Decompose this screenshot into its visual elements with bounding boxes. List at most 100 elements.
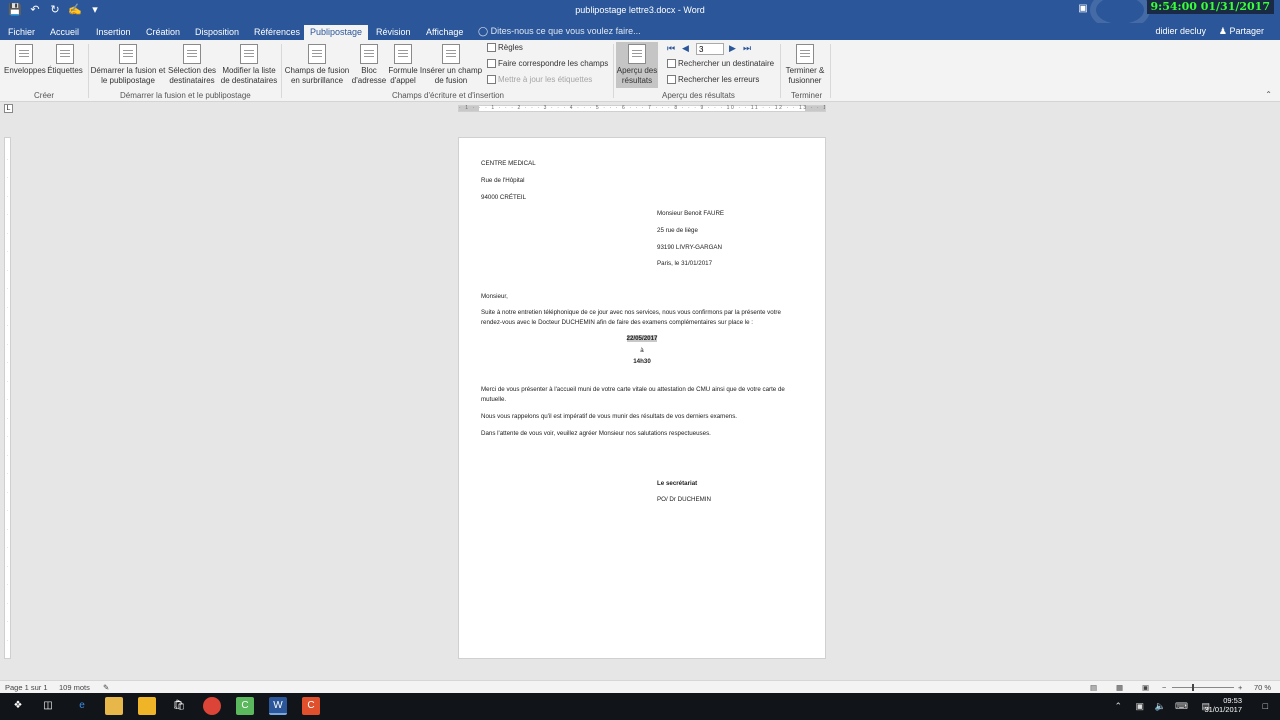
start-merge-icon <box>119 44 137 64</box>
apercu-resultats-button[interactable]: Aperçu des résultats <box>616 42 658 88</box>
print-layout-icon[interactable]: ▦ <box>1116 683 1123 692</box>
tab-fichier[interactable]: Fichier <box>2 25 41 40</box>
store-icon[interactable]: 🛍 <box>170 697 188 715</box>
recorder-icon[interactable]: C <box>302 697 320 715</box>
tab-selector[interactable]: L <box>4 104 13 113</box>
rechercher-destinataire-button[interactable]: Rechercher un destinataire <box>667 59 774 68</box>
volume-icon[interactable]: 🔈 <box>1155 701 1166 712</box>
terminer-fusionner-button[interactable]: Terminer & fusionner <box>782 44 828 86</box>
group-label-terminer: Terminer <box>791 91 823 100</box>
tell-me-box[interactable]: ◯ Dites-nous ce que vous voulez faire... <box>478 26 641 37</box>
regles-button[interactable]: Règles <box>487 43 523 52</box>
tab-affichage[interactable]: Affichage <box>420 25 469 40</box>
zoom-level[interactable]: 70 % <box>1254 683 1271 692</box>
tab-disposition[interactable]: Disposition <box>189 25 245 40</box>
user-name[interactable]: didier decluy <box>1155 26 1206 36</box>
demarrer-label-1: Démarrer la fusion et <box>90 66 166 75</box>
enveloppes-label: Enveloppes <box>4 66 46 75</box>
inserer-label-1: Insérer un champ <box>419 66 483 75</box>
recipient-line: 93190 LIVRY-GARGAN <box>657 244 723 251</box>
network-icon[interactable]: ▣ <box>1135 701 1144 712</box>
read-mode-icon[interactable]: ▤ <box>1090 683 1097 692</box>
tab-references[interactable]: Références <box>248 25 306 40</box>
tab-publipostage[interactable]: Publipostage <box>304 25 369 40</box>
taskbar-clock[interactable]: 09:53 31/01/2017 <box>1204 696 1242 714</box>
rechercher-err-label: Rechercher les erreurs <box>678 75 760 84</box>
merge-field-date[interactable]: 22/05/2017 <box>626 335 658 342</box>
zoom-slider[interactable] <box>1172 684 1234 691</box>
sender-line: CENTRE MEDICAL <box>481 160 536 167</box>
champs-surbrillance-button[interactable]: Champs de fusion en surbrillance <box>283 44 351 86</box>
vertical-ruler-tick: · <box>6 471 9 476</box>
rechercher-erreurs-button[interactable]: Rechercher les erreurs <box>667 75 759 84</box>
word-count[interactable]: 109 mots <box>59 683 90 692</box>
windows-start-icon[interactable]: ❖ <box>9 697 27 715</box>
word-taskbar-icon[interactable]: W <box>269 697 287 715</box>
bloc-adresse-button[interactable]: Bloc d'adresse <box>351 44 387 86</box>
edge-icon[interactable]: e <box>73 697 91 715</box>
tab-revision[interactable]: Révision <box>370 25 417 40</box>
taskbar: ❖ ◫ e 🛍 C W C ⌃ ▣ 🔈 ⌨ ▤ 09:53 31/01/2017… <box>0 693 1280 720</box>
tab-creation[interactable]: Création <box>140 25 186 40</box>
date-place-line: Paris, le 31/01/2017 <box>657 260 713 267</box>
previous-record-icon[interactable]: ◀ <box>682 43 689 54</box>
appointment-time: 14h30 <box>633 358 651 365</box>
document-page[interactable]: CENTRE MEDICAL Rue de l'Hôpital 94000 CR… <box>458 137 826 659</box>
etiquettes-button[interactable]: Étiquettes <box>46 44 84 76</box>
vertical-ruler-tick: · <box>6 304 9 310</box>
camtasia-icon[interactable]: C <box>236 697 254 715</box>
group-label-apercu: Aperçu des résultats <box>662 91 735 100</box>
recipients-icon <box>183 44 201 64</box>
chevron-up-icon[interactable]: ⌃ <box>1114 701 1122 712</box>
web-layout-icon[interactable]: ▣ <box>1142 683 1149 692</box>
horizontal-ruler[interactable]: · 1 · · · 1 · · · 2 · · · 3 · · · 4 · · … <box>458 105 826 112</box>
formule-appel-button[interactable]: Formule d'appel <box>386 44 420 86</box>
etiquettes-label: Étiquettes <box>47 66 83 75</box>
taskbar-date: 31/01/2017 <box>1204 705 1242 714</box>
zoom-out-icon[interactable]: − <box>1162 683 1166 692</box>
recipient-line: 25 rue de liège <box>657 227 698 234</box>
edit-list-icon <box>240 44 258 64</box>
notes-app-icon[interactable] <box>138 697 156 715</box>
preview-results-icon <box>628 44 646 64</box>
collapse-ribbon-icon[interactable]: ⌃ <box>1265 90 1272 99</box>
appointment-date-line: 22/05/2017 <box>459 335 825 342</box>
address-block-icon <box>360 44 378 64</box>
task-view-icon[interactable]: ◫ <box>39 697 57 715</box>
share-label: Partager <box>1229 26 1264 36</box>
title-bar: 💾 ↶ ↻ ✍ ▾ publipostage lettre3.docx - Wo… <box>0 0 1280 30</box>
next-record-icon[interactable]: ▶ <box>729 43 736 54</box>
vertical-ruler[interactable]: · · · · · · · · · · · · · · · · · · · · · · · · · · · <box>4 137 11 659</box>
inserer-champ-button[interactable]: Insérer un champ de fusion <box>419 44 483 86</box>
vertical-ruler-tick: · <box>6 286 9 291</box>
enveloppes-button[interactable]: Enveloppes <box>4 44 46 76</box>
signature-title: Le secrétariat <box>657 480 698 487</box>
maj-etiquettes-button[interactable]: Mettre à jour les étiquettes <box>487 75 592 84</box>
keyboard-icon[interactable]: ⌨ <box>1175 701 1188 712</box>
demarrer-fusion-button[interactable]: Démarrer la fusion et le publipostage <box>90 44 166 86</box>
record-number-input[interactable] <box>696 43 724 55</box>
modifier-label-2: de destinataires <box>220 76 278 85</box>
file-explorer-icon[interactable] <box>105 697 123 715</box>
proofing-icon[interactable]: ✎ <box>103 683 109 692</box>
envelope-icon <box>15 44 33 64</box>
modifier-liste-button[interactable]: Modifier la liste de destinataires <box>219 44 279 86</box>
selection-destinataires-button[interactable]: Sélection des destinataires <box>166 44 218 86</box>
share-button[interactable]: ♟ Partager <box>1219 26 1264 37</box>
tab-accueil[interactable]: Accueil <box>44 25 85 40</box>
appointment-a: à <box>640 347 644 354</box>
vertical-ruler-tick: · <box>6 545 9 550</box>
zoom-in-icon[interactable]: + <box>1238 683 1242 692</box>
group-label-demarrer: Démarrer la fusion et le publipostage <box>120 91 251 100</box>
faire-correspondre-button[interactable]: Faire correspondre les champs <box>487 59 608 68</box>
chrome-icon[interactable] <box>203 697 221 715</box>
first-record-icon[interactable]: ⏮ <box>667 43 675 54</box>
ribbon-display-icon[interactable]: ▣ <box>1076 3 1090 14</box>
highlight-fields-icon <box>308 44 326 64</box>
tab-insertion[interactable]: Insertion <box>90 25 137 40</box>
page-count[interactable]: Page 1 sur 1 <box>5 683 48 692</box>
status-bar: Page 1 sur 1 109 mots ✎ ▤ ▦ ▣ − + 70 % <box>0 680 1280 693</box>
last-record-icon[interactable]: ⏭ <box>743 43 751 54</box>
taskbar-time: 09:53 <box>1223 696 1242 705</box>
notifications-icon[interactable]: □ <box>1263 701 1268 711</box>
